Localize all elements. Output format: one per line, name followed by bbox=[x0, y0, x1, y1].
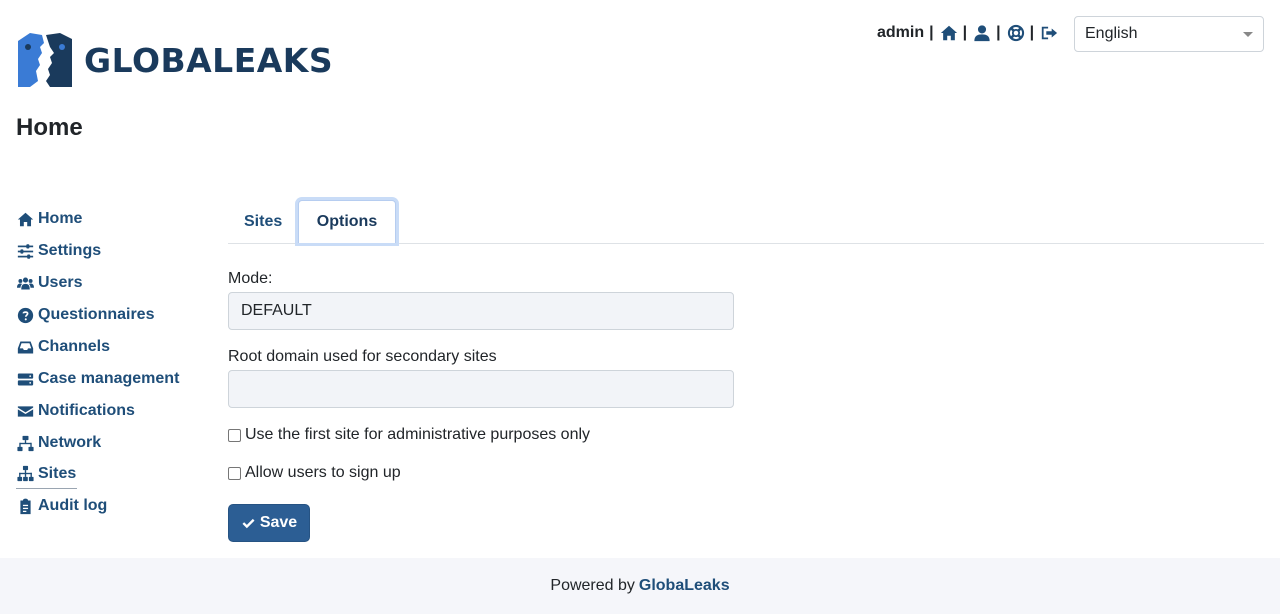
sidebar-item-label: Notifications bbox=[38, 402, 135, 419]
sidebar-item-sites[interactable]: Sites bbox=[16, 459, 77, 489]
sidebar-item-settings[interactable]: Settings bbox=[16, 235, 206, 267]
options-form: Mode: DEFAULT Root domain used for secon… bbox=[228, 270, 734, 482]
root-domain-label: Root domain used for secondary sites bbox=[228, 348, 497, 365]
sidebar-item-label: Questionnaires bbox=[38, 306, 155, 323]
question-circle-icon bbox=[16, 306, 34, 324]
footer: Powered by GlobaLeaks bbox=[0, 558, 1280, 614]
separator: | bbox=[996, 24, 1001, 41]
sidebar-item-label: Network bbox=[38, 434, 102, 451]
sidebar-item-network[interactable]: Network bbox=[16, 427, 206, 459]
logo[interactable]: GLOBALEAKS bbox=[16, 31, 333, 89]
chevron-down-icon bbox=[1243, 32, 1253, 37]
page-title: Home bbox=[16, 114, 83, 141]
sliders-icon bbox=[16, 242, 34, 260]
sidebar-item-label: Sites bbox=[38, 464, 77, 482]
sidebar-item-audit-log[interactable]: Audit log bbox=[16, 490, 206, 522]
language-value: English bbox=[1085, 25, 1138, 42]
tab-bar: Sites Options bbox=[228, 200, 1264, 244]
separator: | bbox=[1029, 24, 1035, 41]
signup-checkbox-row[interactable]: Allow users to sign up bbox=[228, 464, 734, 482]
clipboard-icon bbox=[16, 497, 34, 515]
save-button[interactable]: Save bbox=[228, 504, 310, 542]
mode-select[interactable]: DEFAULT bbox=[228, 292, 734, 330]
users-icon bbox=[16, 274, 34, 292]
envelope-icon bbox=[16, 402, 34, 420]
user-menu: admin | | | | bbox=[877, 23, 1058, 43]
sidebar-item-label: Channels bbox=[38, 338, 111, 355]
mode-label: Mode: bbox=[228, 270, 273, 287]
separator: | bbox=[962, 24, 968, 41]
tab-sites[interactable]: Sites bbox=[228, 200, 298, 244]
brand-name: GLOBALEAKS bbox=[84, 40, 334, 80]
sitemap-icon bbox=[16, 465, 34, 483]
mode-value: DEFAULT bbox=[241, 302, 312, 319]
sidebar-item-notifications[interactable]: Notifications bbox=[16, 395, 206, 427]
network-icon bbox=[16, 434, 34, 452]
sidebar-item-label: Settings bbox=[38, 242, 102, 259]
inbox-icon bbox=[16, 338, 34, 356]
admin-site-checkbox-row[interactable]: Use the first site for administrative pu… bbox=[228, 426, 734, 444]
server-icon bbox=[16, 370, 34, 388]
sidebar-item-home[interactable]: Home bbox=[16, 203, 206, 235]
globaleaks-logo-icon bbox=[18, 33, 72, 87]
signup-checkbox[interactable] bbox=[228, 466, 241, 480]
footer-prefix: Powered by bbox=[550, 577, 635, 594]
save-label: Save bbox=[259, 514, 298, 531]
sidebar-item-label: Case management bbox=[38, 370, 180, 387]
username: admin bbox=[877, 24, 925, 41]
sidebar-item-label: Audit log bbox=[38, 497, 108, 514]
check-icon bbox=[242, 518, 255, 528]
sidebar-item-users[interactable]: Users bbox=[16, 267, 206, 299]
admin-site-checkbox-label: Use the first site for administrative pu… bbox=[245, 426, 591, 443]
logout-icon[interactable] bbox=[1040, 24, 1058, 42]
sidebar-item-channels[interactable]: Channels bbox=[16, 331, 206, 363]
sidebar-item-label: Users bbox=[38, 274, 83, 291]
signup-checkbox-label: Allow users to sign up bbox=[245, 464, 401, 481]
root-domain-input[interactable] bbox=[228, 370, 734, 408]
footer-brand-link[interactable]: GlobaLeaks bbox=[639, 577, 730, 595]
lifebuoy-icon[interactable] bbox=[1007, 24, 1025, 42]
language-select[interactable]: English bbox=[1074, 16, 1264, 52]
tab-options[interactable]: Options bbox=[298, 200, 396, 243]
home-icon[interactable] bbox=[940, 24, 958, 42]
admin-site-checkbox[interactable] bbox=[228, 428, 241, 442]
sidebar-item-label: Home bbox=[38, 210, 83, 227]
sidebar-item-case-management[interactable]: Case management bbox=[16, 363, 206, 395]
home-icon bbox=[16, 210, 34, 228]
sidebar: Home Settings Users Questionnaires Chann… bbox=[16, 203, 206, 522]
sidebar-item-questionnaires[interactable]: Questionnaires bbox=[16, 299, 206, 331]
separator: | bbox=[929, 24, 934, 41]
user-icon[interactable] bbox=[973, 24, 991, 42]
